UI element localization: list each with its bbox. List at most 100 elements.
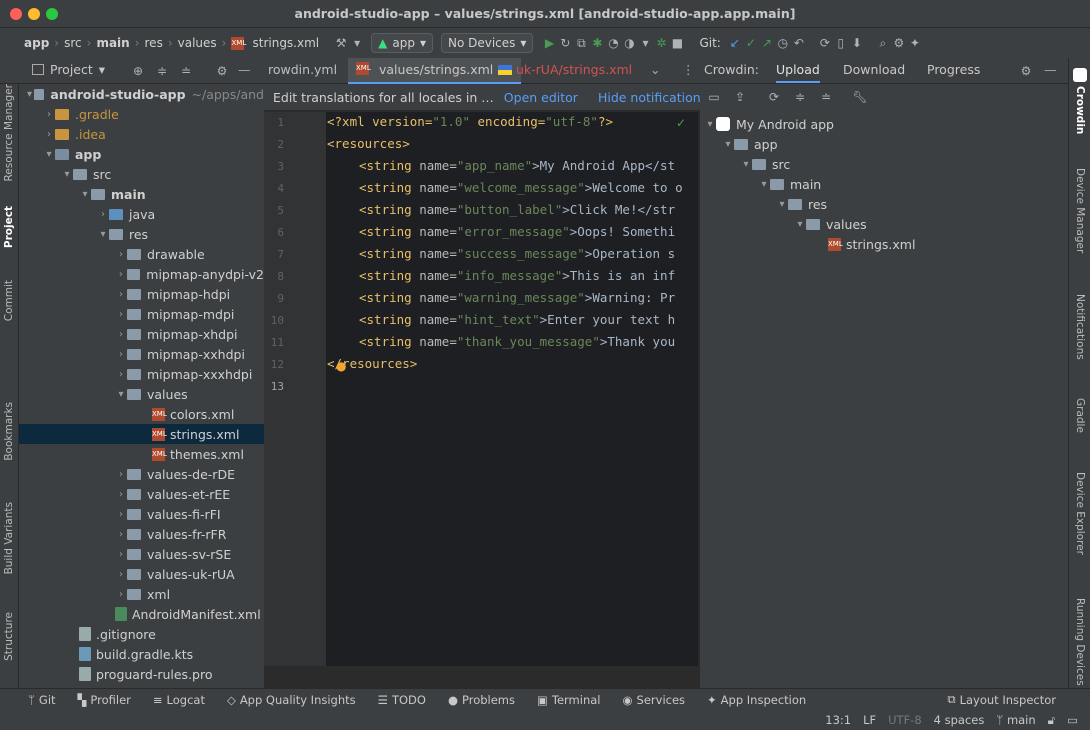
breadcrumb-res[interactable]: res	[145, 36, 163, 50]
bookmarks-tool-tab[interactable]: Bookmarks	[3, 402, 15, 461]
tree-item-mipmap-xxxhdpi[interactable]: › mipmap-xxxhdpi	[19, 364, 264, 384]
breadcrumb-strings[interactable]: strings.xml	[252, 36, 319, 50]
tree-item-mipmap-mdpi[interactable]: › mipmap-mdpi	[19, 304, 264, 324]
gear-icon[interactable]: ⚙	[891, 35, 907, 51]
history-icon[interactable]: ◷	[775, 35, 791, 51]
tree-item-java[interactable]: › java	[19, 204, 264, 224]
tree-item-res[interactable]: ▾ res	[19, 224, 264, 244]
run-icon[interactable]: ▶	[541, 35, 557, 51]
tree-item-themes-xml[interactable]: XML themes.xml	[19, 444, 264, 464]
rerun-icon[interactable]: ↻	[557, 35, 573, 51]
running-devices-tool-tab[interactable]: Running Devices	[1074, 598, 1086, 686]
project-tool-tab[interactable]: Project	[3, 206, 15, 248]
gradle-tool-tab[interactable]: Gradle	[1074, 398, 1086, 433]
tree-item-mipmap-xxhdpi[interactable]: › mipmap-xxhdpi	[19, 344, 264, 364]
sdk-manager-icon[interactable]: ⬇	[849, 35, 865, 51]
tree-item-xml[interactable]: › xml	[19, 584, 264, 604]
tree-item-gitignore[interactable]: .gitignore	[19, 624, 264, 644]
zoom-window-button[interactable]	[46, 8, 58, 20]
tree-item-values-de[interactable]: › values-de-rDE	[19, 464, 264, 484]
profile-icon[interactable]: ◔	[605, 35, 621, 51]
stop-icon[interactable]: ■	[669, 35, 685, 51]
debug-icon[interactable]: ✱	[589, 35, 605, 51]
tab-upload[interactable]: Upload	[776, 62, 820, 83]
expand-all-icon[interactable]: ≑	[154, 63, 170, 79]
device-manager-tool-tab[interactable]: Device Manager	[1074, 168, 1086, 253]
search-icon[interactable]: ⌕	[875, 35, 891, 51]
expand-all-icon[interactable]: ≑	[792, 89, 808, 105]
profiler-tool-button[interactable]: ▚ Profiler	[78, 693, 131, 707]
git-commit-icon[interactable]: ✓	[743, 35, 759, 51]
todo-tool-button[interactable]: ☰ TODO	[378, 693, 426, 707]
tree-item-manifest[interactable]: AndroidManifest.xml	[19, 604, 264, 624]
resource-manager-tab[interactable]: Resource Manager	[3, 84, 15, 182]
apply-changes-icon[interactable]: ⧉	[573, 35, 589, 51]
locate-icon[interactable]: ⊕	[130, 63, 146, 79]
refresh-icon[interactable]: ⟳	[766, 89, 782, 105]
device-explorer-tool-tab[interactable]: Device Explorer	[1074, 472, 1086, 555]
tree-item-app[interactable]: ▾ app	[19, 144, 264, 164]
tree-item-main[interactable]: ▾ main	[19, 184, 264, 204]
crowdin-tree-res[interactable]: ▾ res	[700, 194, 1068, 214]
gear-icon[interactable]: ⚙	[214, 63, 230, 79]
crowdin-tree-values[interactable]: ▾ values	[700, 214, 1068, 234]
lock-icon[interactable]: 🔓︎	[1048, 713, 1055, 728]
breadcrumb-values[interactable]: values	[178, 36, 217, 50]
line-separator[interactable]: LF	[863, 713, 876, 727]
hide-notification-link[interactable]: Hide notification	[598, 90, 700, 105]
gradle-sync-icon[interactable]: ⟳	[817, 35, 833, 51]
git-tool-button[interactable]: ᛘ Git	[28, 693, 56, 707]
tree-item-drawable[interactable]: › drawable	[19, 244, 264, 264]
tab-download[interactable]: Download	[843, 62, 905, 77]
tree-item-strings-xml[interactable]: XML strings.xml	[19, 424, 264, 444]
tab-crowdin-yml[interactable]: rowdin.yml	[268, 62, 337, 77]
code-editor[interactable]: 1 2 3 4 5 6 7 8 9 10 11 12 13 <?xml vers…	[264, 112, 698, 666]
tree-item-build-gradle[interactable]: build.gradle.kts	[19, 644, 264, 664]
minimize-icon[interactable]: —	[1044, 62, 1057, 77]
breadcrumb-src[interactable]: src	[64, 36, 82, 50]
git-branch-widget[interactable]: ᛘ main	[996, 713, 1035, 727]
crowdin-tree-main[interactable]: ▾ main	[700, 174, 1068, 194]
collapse-all-icon[interactable]: ≐	[818, 89, 834, 105]
attach-debugger-icon[interactable]: ◑	[621, 35, 637, 51]
crowdin-tool-tab[interactable]: Crowdin	[1074, 86, 1086, 134]
chevron-down-icon[interactable]: ▾	[637, 35, 653, 51]
breadcrumb-main[interactable]: main	[96, 36, 129, 50]
upload-icon[interactable]: ⇪	[732, 89, 748, 105]
notifications-tool-tab[interactable]: Notifications	[1074, 294, 1086, 360]
gear-icon[interactable]: ⚙	[1018, 63, 1034, 79]
minimize-window-button[interactable]	[28, 8, 40, 20]
build-variants-tool-tab[interactable]: Build Variants	[3, 502, 15, 574]
memory-indicator-icon[interactable]: ▭	[1067, 713, 1078, 727]
tree-item-values-sv[interactable]: › values-sv-rSE	[19, 544, 264, 564]
terminal-tool-button[interactable]: ▣ Terminal	[537, 693, 600, 707]
chevron-down-icon[interactable]: ▾	[349, 35, 365, 51]
tree-item-values-fr[interactable]: › values-fr-rFR	[19, 524, 264, 544]
caret-position[interactable]: 13:1	[825, 713, 851, 727]
crowdin-tree-strings[interactable]: XML strings.xml	[700, 234, 1068, 254]
tree-item-mipmap-hdpi[interactable]: › mipmap-hdpi	[19, 284, 264, 304]
android-bug-icon[interactable]: ✲	[653, 35, 669, 51]
app-quality-insights-button[interactable]: ◇ App Quality Insights	[227, 693, 356, 707]
assistant-icon[interactable]: ✦	[907, 35, 923, 51]
tree-item-mipmap-xhdpi[interactable]: › mipmap-xhdpi	[19, 324, 264, 344]
tab-values-strings[interactable]: XML values/strings.xml ×	[348, 58, 521, 84]
file-icon[interactable]: ▭	[706, 89, 722, 105]
hammer-icon[interactable]: ⚒	[333, 35, 349, 51]
indent-setting[interactable]: 4 spaces	[934, 713, 985, 727]
chevron-down-icon[interactable]: ⌄	[650, 62, 660, 77]
problems-tool-button[interactable]: ● Problems	[448, 693, 515, 707]
device-manager-icon[interactable]: ▯	[833, 35, 849, 51]
device-select[interactable]: No Devices ▾	[440, 33, 534, 53]
logcat-tool-button[interactable]: ≡ Logcat	[153, 693, 205, 707]
file-encoding[interactable]: UTF-8	[888, 713, 922, 727]
rollback-icon[interactable]: ↶	[791, 35, 807, 51]
tree-root[interactable]: ▾ android-studio-app ~/apps/and	[19, 84, 264, 104]
open-editor-link[interactable]: Open editor	[504, 90, 578, 105]
tree-item-colors-xml[interactable]: XML colors.xml	[19, 404, 264, 424]
tab-progress[interactable]: Progress	[927, 62, 980, 77]
tree-item-values-fi[interactable]: › values-fi-rFI	[19, 504, 264, 524]
close-window-button[interactable]	[10, 8, 22, 20]
layout-inspector-button[interactable]: ⧉ Layout Inspector	[947, 692, 1056, 707]
crowdin-tree-root[interactable]: ▾ My Android app	[700, 114, 1068, 134]
